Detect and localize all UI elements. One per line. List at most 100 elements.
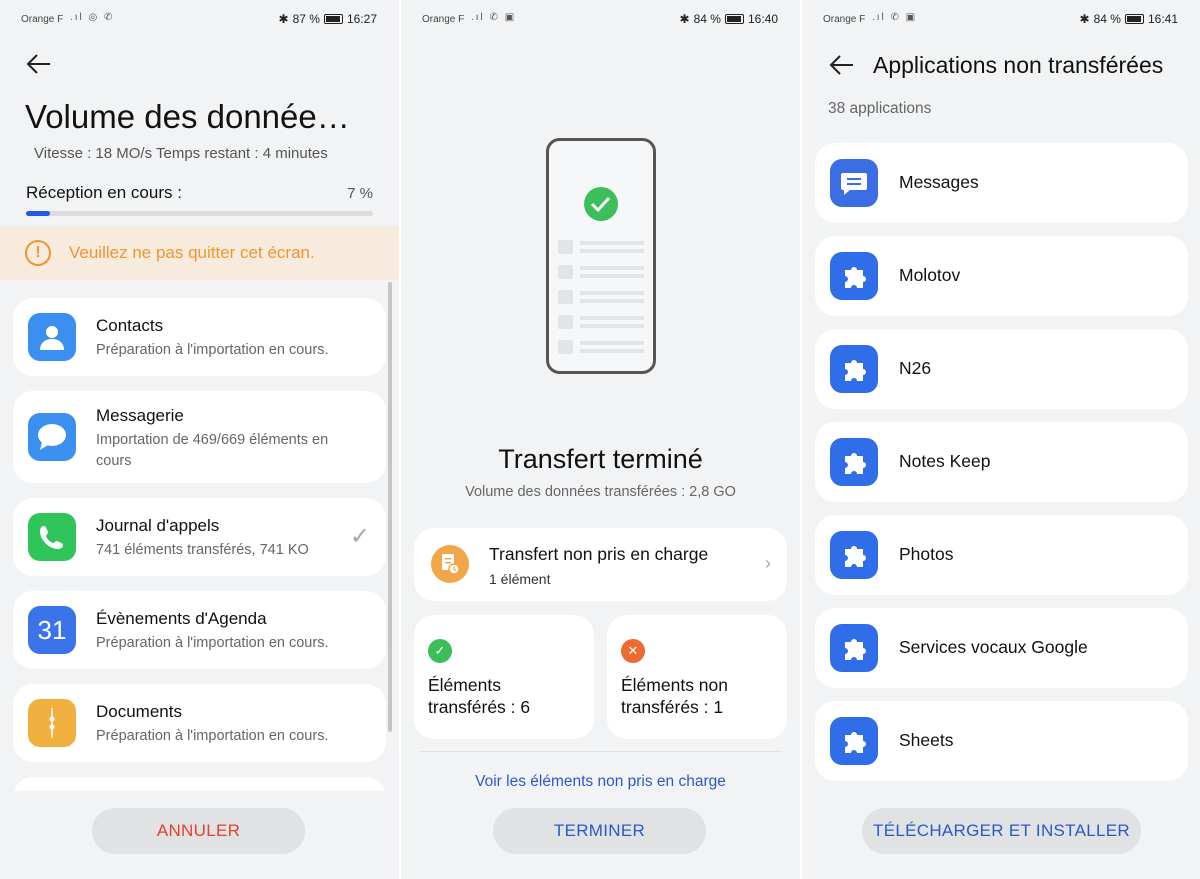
battery-percent: 84 % bbox=[693, 12, 721, 26]
item-subtitle: Préparation à l'importation en cours. bbox=[96, 728, 329, 744]
warning-banner: ! Veuillez ne pas quitter cet écran. bbox=[0, 226, 399, 280]
calendar-icon: 31 bbox=[28, 606, 76, 654]
app-item-voice-services[interactable]: Services vocaux Google bbox=[815, 608, 1188, 688]
puzzle-icon bbox=[830, 252, 878, 300]
error-x-icon: ✕ bbox=[621, 639, 645, 663]
item-subtitle: Importation de 469/669 éléments en cours bbox=[96, 432, 329, 469]
transfer-complete-screen: Orange F .ıl ✆ ▣ ✱ 84 % 16:40 Transfert … bbox=[401, 0, 800, 879]
scrollbar[interactable] bbox=[388, 282, 392, 732]
bluetooth-icon: ✱ bbox=[278, 12, 289, 26]
app-item-notes-keep[interactable]: Notes Keep bbox=[815, 422, 1188, 502]
carrier-label: Orange F bbox=[21, 14, 64, 25]
carrier-label: Orange F bbox=[422, 14, 465, 25]
battery-icon bbox=[724, 14, 744, 24]
list-item-calendar[interactable]: 31 Évènements d'Agenda Préparation à l'i… bbox=[13, 591, 386, 669]
app-name: Notes Keep bbox=[899, 451, 991, 471]
app-count: 38 applications bbox=[828, 100, 932, 117]
view-unsupported-link[interactable]: Voir les éléments non pris en charge bbox=[401, 773, 800, 791]
app-item-molotov[interactable]: Molotov bbox=[815, 236, 1188, 316]
download-install-button[interactable]: TÉLÉCHARGER ET INSTALLER bbox=[862, 808, 1141, 854]
signal-icon: .ıl ✆ ▣ bbox=[872, 12, 918, 23]
data-type-list[interactable]: Contacts Préparation à l'importation en … bbox=[13, 298, 386, 791]
reception-label: Réception en cours : bbox=[26, 183, 182, 202]
carrier-label: Orange F bbox=[823, 14, 866, 25]
page-title: Applications non transférées bbox=[873, 52, 1164, 78]
page-title: Transfert terminé bbox=[498, 444, 703, 474]
item-subtitle: 741 éléments transférés, 741 KO bbox=[96, 542, 309, 558]
unsupported-title: Transfert non pris en charge bbox=[489, 544, 709, 564]
success-check-icon: ✓ bbox=[428, 639, 452, 663]
check-icon: ✓ bbox=[349, 523, 370, 550]
item-title: Documents bbox=[96, 702, 182, 721]
puzzle-icon bbox=[830, 345, 878, 393]
documents-icon bbox=[28, 699, 76, 747]
divider bbox=[419, 751, 782, 752]
puzzle-icon bbox=[830, 717, 878, 765]
puzzle-icon bbox=[830, 624, 878, 672]
app-name: Molotov bbox=[899, 265, 961, 285]
item-subtitle: Préparation à l'importation en cours. bbox=[96, 342, 329, 358]
app-name: Messages bbox=[899, 172, 979, 192]
list-item-call-log[interactable]: Journal d'appels 741 éléments transférés… bbox=[13, 498, 386, 576]
untransferred-apps-screen: Orange F .ıl ✆ ▣ ✱ 84 % 16:41 Applicatio… bbox=[802, 0, 1200, 879]
unsupported-document-icon bbox=[431, 545, 469, 583]
warning-icon: ! bbox=[25, 240, 51, 266]
phone-success-illustration bbox=[546, 138, 656, 374]
item-subtitle: Préparation à l'importation en cours. bbox=[96, 635, 329, 651]
app-item-n26[interactable]: N26 bbox=[815, 329, 1188, 409]
progress-percent: 7 % bbox=[347, 185, 373, 202]
item-title: Évènements d'Agenda bbox=[96, 609, 267, 628]
app-name: Photos bbox=[899, 544, 954, 564]
unsupported-count: 1 élément bbox=[489, 571, 551, 587]
signal-icon: .ıl ✆ ▣ bbox=[471, 12, 517, 23]
battery-icon bbox=[1124, 14, 1144, 24]
not-transferred-line2: transférés : 1 bbox=[621, 697, 724, 717]
messages-icon bbox=[830, 159, 878, 207]
transferred-line1: Éléments bbox=[428, 675, 501, 695]
status-bar: Orange F .ıl ◎ ✆ ✱ 87 % 16:27 bbox=[0, 8, 399, 32]
app-item-sheets[interactable]: Sheets bbox=[815, 701, 1188, 781]
contacts-icon bbox=[28, 313, 76, 361]
item-title: Contacts bbox=[96, 316, 164, 335]
list-item-messaging[interactable]: Messagerie Importation de 469/669 élémen… bbox=[13, 391, 386, 483]
clock: 16:41 bbox=[1147, 12, 1178, 26]
data-volume-summary: Volume des données transférées : 2,8 GO bbox=[465, 484, 736, 500]
app-name: Sheets bbox=[899, 730, 954, 750]
transferred-count: Éléments transférés : 6 bbox=[428, 674, 588, 718]
progress-fill bbox=[26, 211, 51, 216]
status-bar: Orange F .ıl ✆ ▣ ✱ 84 % 16:41 bbox=[802, 8, 1200, 32]
bluetooth-icon: ✱ bbox=[1079, 12, 1090, 26]
status-right: ✱ 84 % 16:40 bbox=[680, 12, 778, 26]
battery-percent: 87 % bbox=[292, 12, 320, 26]
status-right: ✱ 84 % 16:41 bbox=[1080, 12, 1178, 26]
cancel-button[interactable]: ANNULER bbox=[92, 808, 305, 854]
back-arrow-icon[interactable] bbox=[26, 52, 54, 76]
messaging-icon bbox=[28, 413, 76, 461]
unsupported-transfer-row[interactable]: Transfert non pris en charge 1 élément › bbox=[414, 528, 787, 601]
page-title: Volume des donnée… bbox=[25, 98, 350, 135]
phone-icon bbox=[28, 513, 76, 561]
speed-info: Vitesse : 18 MO/s Temps restant : 4 minu… bbox=[34, 145, 328, 162]
not-transferred-stat-card: ✕ Éléments non transférés : 1 bbox=[607, 615, 787, 739]
app-item-photos[interactable]: Photos bbox=[815, 515, 1188, 595]
progress-bar bbox=[26, 211, 373, 216]
app-name: N26 bbox=[899, 358, 932, 378]
transfer-progress-screen: Orange F .ıl ◎ ✆ ✱ 87 % 16:27 Volume des… bbox=[0, 0, 399, 879]
warning-text: Veuillez ne pas quitter cet écran. bbox=[69, 243, 315, 262]
finish-button[interactable]: TERMINER bbox=[493, 808, 706, 854]
chevron-right-icon: › bbox=[765, 553, 771, 573]
battery-percent: 84 % bbox=[1093, 12, 1121, 26]
transferred-line2: transférés : 6 bbox=[428, 697, 531, 717]
bluetooth-icon: ✱ bbox=[679, 12, 690, 26]
transferred-stat-card: ✓ Éléments transférés : 6 bbox=[414, 615, 594, 739]
back-arrow-icon[interactable] bbox=[829, 53, 857, 77]
app-item-messages[interactable]: Messages bbox=[815, 143, 1188, 223]
not-transferred-count: Éléments non transférés : 1 bbox=[621, 674, 781, 718]
status-bar: Orange F .ıl ✆ ▣ ✱ 84 % 16:40 bbox=[401, 8, 800, 32]
list-item-documents[interactable]: Documents Préparation à l'importation en… bbox=[13, 684, 386, 762]
item-title: Journal d'appels bbox=[96, 516, 220, 535]
list-item-partial bbox=[13, 777, 386, 791]
signal-icon: .ıl ◎ ✆ bbox=[70, 12, 115, 23]
status-right: ✱ 87 % 16:27 bbox=[279, 12, 377, 26]
list-item-contacts[interactable]: Contacts Préparation à l'importation en … bbox=[13, 298, 386, 376]
